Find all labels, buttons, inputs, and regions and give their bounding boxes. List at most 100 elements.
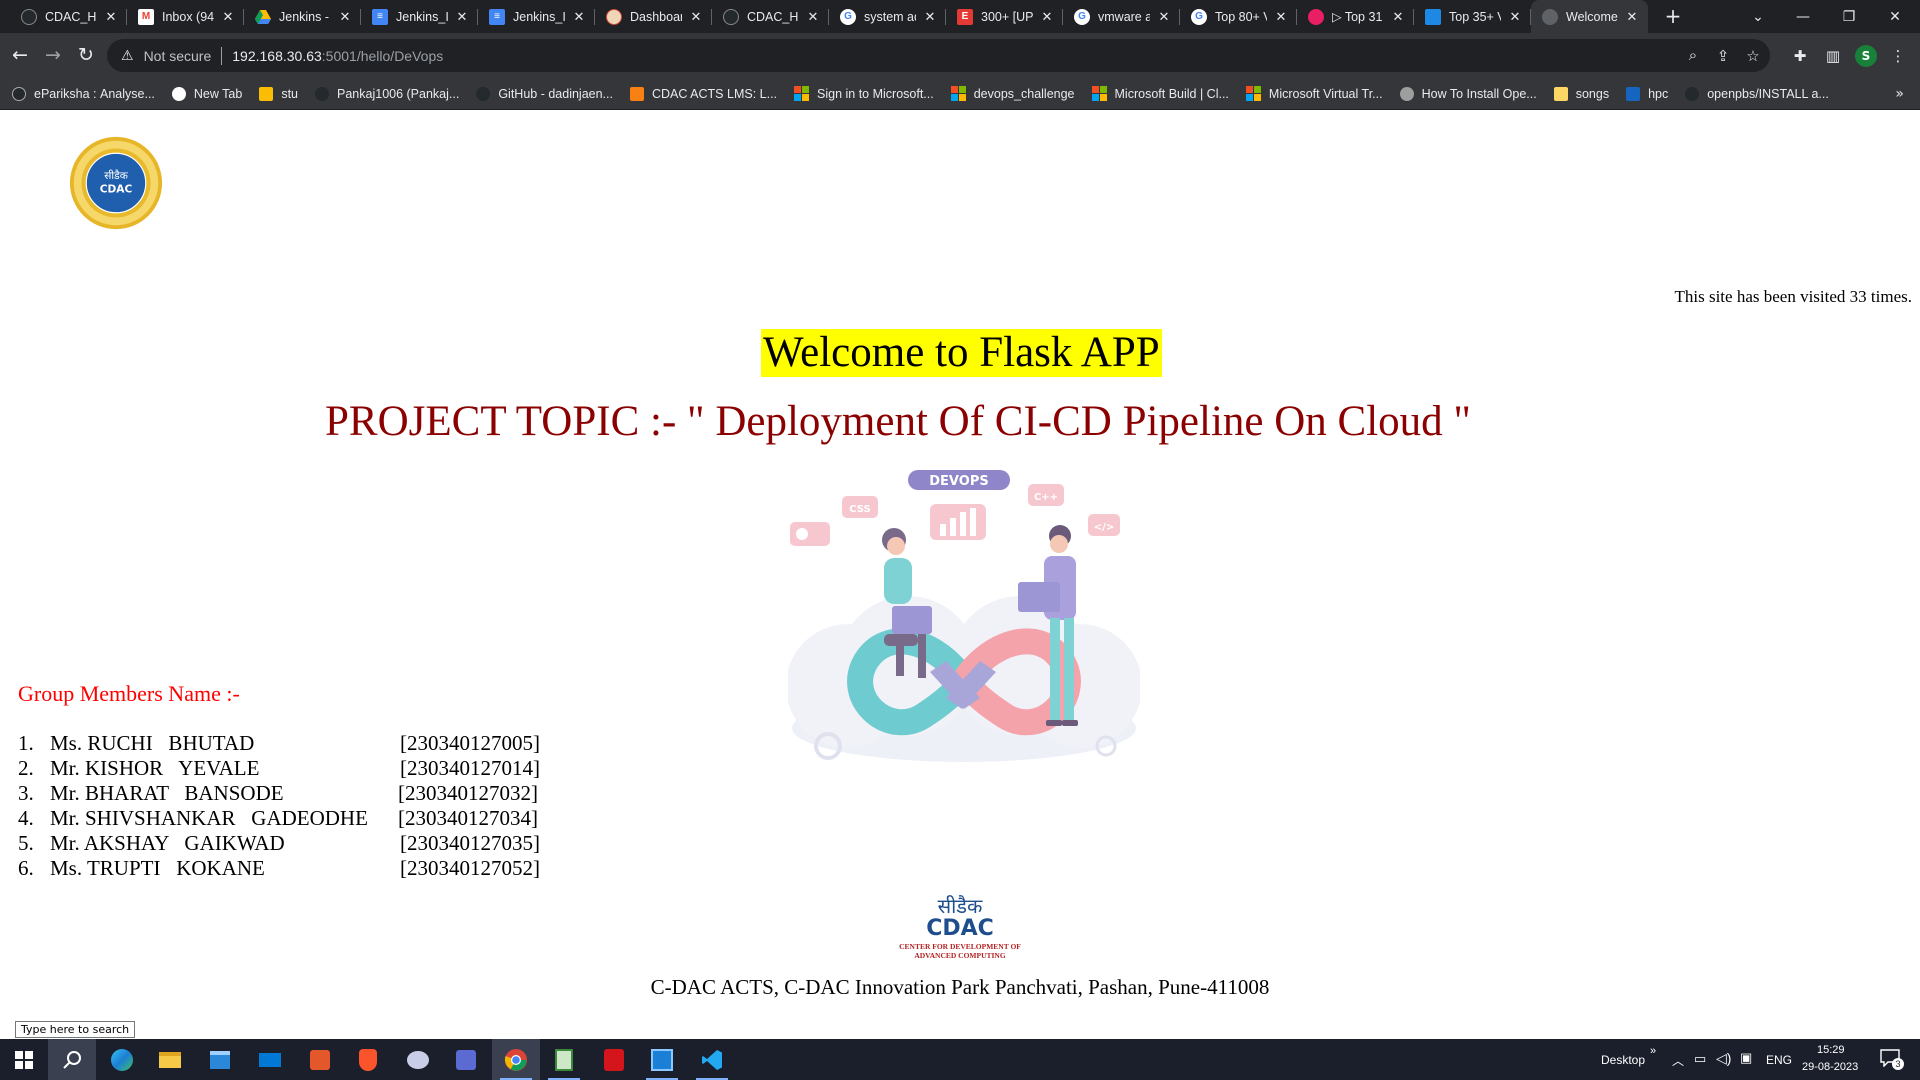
security-label[interactable]: Not secure [144,48,212,64]
network-icon[interactable]: ▭ [1694,1051,1706,1067]
bookmark-songs[interactable]: songs [1553,86,1609,101]
tab-close-icon[interactable]: ✕ [922,9,938,25]
store-icon[interactable] [196,1039,244,1080]
acrobat-icon[interactable] [590,1039,638,1080]
tab-system-admin[interactable]: G system ad ✕ [829,0,946,33]
member-name: Mr. AKSHAY GAIKWAD [50,831,285,855]
bookmark-label: Pankaj1006 (Pankaj... [337,86,460,101]
side-panel-icon[interactable]: ▥ [1820,43,1846,69]
edge-icon[interactable] [98,1039,146,1080]
tab-close-icon[interactable]: ✕ [1039,9,1055,25]
url-host[interactable]: 192.168.30.63 [232,48,322,64]
menu-kebab-icon[interactable]: ⋮ [1885,43,1911,69]
warning-icon[interactable]: ⚠ [121,47,134,64]
tab-title: system ad [864,9,916,24]
network-app-icon[interactable] [442,1039,490,1080]
tab-top-80[interactable]: G Top 80+ V ✕ [1180,0,1297,33]
tab-close-icon[interactable]: ✕ [1390,9,1406,25]
chrome-icon[interactable] [492,1039,540,1080]
tab-close-icon[interactable]: ✕ [805,9,821,25]
brave-icon[interactable] [344,1039,392,1080]
tab-close-icon[interactable]: ✕ [1273,9,1289,25]
address-bar[interactable]: ⚠ Not secure 192.168.30.63 :5001/hello/D… [107,39,1770,72]
app-icon[interactable] [394,1039,442,1080]
tab-cdac-hpc-2[interactable]: CDAC_HPC ✕ [712,0,829,33]
forward-button[interactable]: → [41,43,65,67]
jenkins-icon [606,8,622,25]
tab-jenkins-doc-2[interactable]: ≡ Jenkins_In ✕ [478,0,595,33]
bookmark-hpc[interactable]: hpc [1626,86,1669,101]
bookmark-stu[interactable]: stu [259,86,298,101]
file-explorer-icon[interactable] [146,1039,194,1080]
bookmark-how-to-install[interactable]: How To Install Ope... [1399,86,1537,101]
tab-cdac-hpc-1[interactable]: CDAC_HPC ✕ [10,0,127,33]
close-window-button[interactable]: ✕ [1872,0,1918,33]
tab-jenkins-doc-1[interactable]: ≡ Jenkins_In ✕ [361,0,478,33]
tab-close-icon[interactable]: ✕ [337,9,353,25]
tab-title: Top 80+ V [1215,9,1267,24]
tab-search-button[interactable]: ⌄ [1735,0,1781,33]
bookmark-sign-in-microsoft[interactable]: Sign in to Microsoft... [794,86,934,101]
office-icon[interactable] [296,1039,344,1080]
tab-dashboard[interactable]: Dashboard ✕ [595,0,712,33]
reload-button[interactable]: ↻ [74,43,98,67]
new-tab-button[interactable]: + [1661,5,1685,29]
virtualbox-icon[interactable] [638,1039,686,1080]
google-icon: G [1074,8,1090,25]
bookmark-microsoft-build[interactable]: Microsoft Build | Cl... [1091,86,1229,101]
bookmark-label: How To Install Ope... [1421,86,1537,101]
vscode-icon[interactable] [688,1039,736,1080]
chevron-double-right-icon[interactable]: » [1650,1045,1656,1057]
tab-close-icon[interactable]: ✕ [1507,9,1523,25]
bookmark-openpbs[interactable]: openpbs/INSTALL a... [1685,86,1829,101]
bookmark-star-icon[interactable]: ☆ [1738,39,1768,72]
back-button[interactable]: ← [8,43,32,67]
tab-jenkins-drive[interactable]: Jenkins - G ✕ [244,0,361,33]
extensions-icon[interactable]: ✚ [1787,43,1813,69]
windows-start-icon[interactable] [0,1039,48,1080]
tab-close-icon[interactable]: ✕ [688,9,704,25]
tab-close-icon[interactable]: ✕ [454,9,470,25]
bookmark-devops-challenge[interactable]: devops_challenge [950,86,1075,101]
url-path[interactable]: :5001/hello/DeVops [322,48,443,64]
minimize-button[interactable]: — [1780,0,1826,33]
tab-close-icon[interactable]: ✕ [571,9,587,25]
bookmark-github-dadinjaen[interactable]: GitHub - dadinjaen... [476,86,613,101]
clock-time[interactable]: 15:29 [1817,1044,1845,1056]
globe-icon [1542,8,1558,25]
mail-icon[interactable] [246,1039,294,1080]
share-icon[interactable]: ⇪ [1708,39,1738,72]
clock-date[interactable]: 29-08-2023 [1802,1061,1858,1073]
bookmark-microsoft-virtual[interactable]: Microsoft Virtual Tr... [1245,86,1383,101]
volume-icon[interactable]: ◁) [1716,1050,1731,1067]
tab-close-icon[interactable]: ✕ [220,9,236,25]
battery-icon[interactable]: ▣ [1740,1050,1752,1066]
search-icon[interactable] [48,1039,96,1080]
notification-center-button[interactable]: 3 [1880,1049,1904,1070]
profile-avatar[interactable]: S [1855,45,1877,67]
tab-welcome[interactable]: Welcome ✕ [1531,0,1648,33]
tab-close-icon[interactable]: ✕ [103,9,119,25]
bookmark-new-tab[interactable]: New Tab [171,86,242,101]
desktop-toolbar-label[interactable]: Desktop [1601,1053,1645,1067]
notepad-icon[interactable] [540,1039,588,1080]
bookmark-pankaj[interactable]: Pankaj1006 (Pankaj... [315,86,460,101]
bookmark-eparikisha[interactable]: eParikshа : Analyse... [12,86,155,101]
tab-close-icon[interactable]: ✕ [1156,9,1172,25]
cdac-seal-logo: सीडैक CDAC [69,136,163,230]
tab-vmware[interactable]: G vmware a ✕ [1063,0,1180,33]
tab-top-31[interactable]: ▷ Top 31 ✕ [1297,0,1414,33]
bookmark-label: hpc [1648,86,1669,101]
bookmark-cdac-lms[interactable]: CDAC ACTS LMS: L... [629,86,777,101]
restore-button[interactable]: ❐ [1826,0,1872,33]
tab-inbox[interactable]: M Inbox (94) ✕ [127,0,244,33]
tab-close-icon[interactable]: ✕ [1624,9,1640,25]
chevron-up-icon[interactable]: ︿ [1672,1052,1684,1069]
tab-300-upd[interactable]: E 300+ [UPD ✕ [946,0,1063,33]
google-docs-icon: ≡ [372,8,388,25]
zoom-search-icon[interactable]: ⌕ [1678,39,1708,72]
chevron-right-icon[interactable]: » [1895,86,1904,102]
tab-top-35[interactable]: Top 35+ V ✕ [1414,0,1531,33]
language-indicator[interactable]: ENG [1766,1053,1792,1067]
member-number: 4. [18,806,34,830]
